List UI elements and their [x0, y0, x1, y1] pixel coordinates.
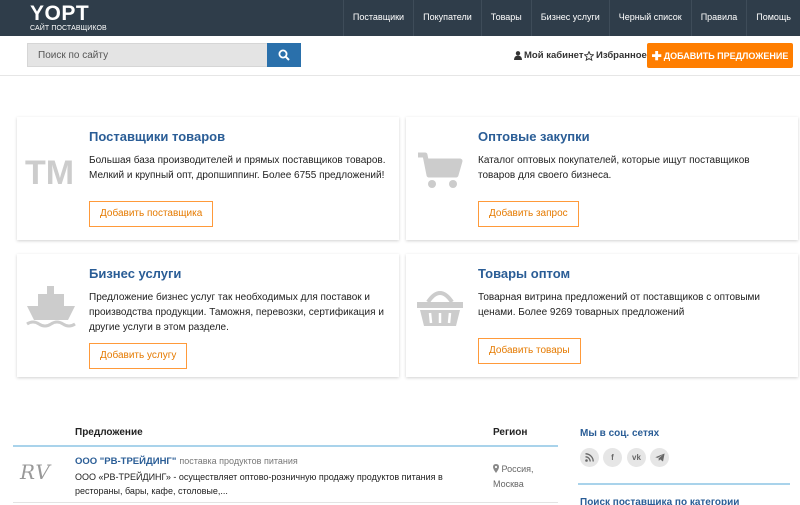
add-goods-button[interactable]: Добавить товары — [478, 338, 581, 364]
sidebar-divider — [578, 483, 790, 485]
add-supplier-button[interactable]: Добавить поставщика — [89, 201, 214, 227]
category-search-title: Поиск поставщика по категории — [580, 497, 740, 505]
card-suppliers: TM Поставщики товаров Большая база произ… — [17, 117, 399, 240]
nav-item-business-services[interactable]: Бизнес услуги — [530, 0, 609, 36]
map-marker-icon — [493, 464, 499, 473]
plus-icon: ✚ — [651, 48, 662, 63]
region-city: Москва — [493, 479, 524, 489]
company-link[interactable]: ООО "РВ-ТРЕЙДИНГ" поставка продуктов пита… — [75, 456, 298, 467]
offer-description: ООО «РВ-ТРЕЙДИНГ» - осуществляет оптово-… — [75, 472, 443, 496]
favorites-link[interactable]: Избранное — [584, 50, 647, 61]
company-category: поставка продуктов питания — [179, 456, 298, 466]
nav-item-buyers[interactable]: Покупатели — [413, 0, 481, 36]
add-offer-label: ДОБАВИТЬ ПРЕДЛОЖЕНИЕ — [663, 50, 789, 61]
card-description: Большая база производителей и прямых пос… — [89, 155, 386, 181]
shopping-cart-icon — [418, 152, 463, 188]
favorites-label: Избранное — [596, 50, 647, 61]
user-icon — [514, 51, 522, 60]
main-nav: Поставщики Покупатели Товары Бизнес услу… — [342, 0, 800, 36]
rss-icon[interactable] — [580, 448, 599, 467]
card-goods-wholesale: Товары оптом Товарная витрина предложени… — [406, 254, 798, 377]
social-title: Мы в соц. сетях — [580, 428, 660, 439]
site-logo[interactable]: YOPT САЙТ ПОСТАВЩИКОВ — [30, 3, 107, 33]
table-header-line — [13, 445, 558, 447]
nav-item-suppliers[interactable]: Поставщики — [342, 0, 413, 36]
add-service-button[interactable]: Добавить услугу — [89, 343, 188, 369]
nav-item-rules[interactable]: Правила — [690, 0, 747, 36]
vk-icon[interactable]: vk — [627, 448, 646, 467]
add-offer-button[interactable]: ✚ ДОБАВИТЬ ПРЕДЛОЖЕНИЕ — [647, 43, 793, 68]
nav-item-goods[interactable]: Товары — [480, 0, 531, 36]
card-description: Предложение бизнес услуг так необходимых… — [89, 292, 384, 333]
add-request-button[interactable]: Добавить запрос — [478, 201, 579, 227]
card-description: Товарная витрина предложений от поставщи… — [478, 292, 760, 318]
column-header-region: Регион — [493, 427, 528, 438]
region-country: Россия, — [501, 464, 534, 474]
header-divider — [0, 75, 800, 76]
search-button[interactable] — [267, 43, 301, 67]
offer-region: Россия, Москва — [493, 462, 553, 492]
card-title[interactable]: Поставщики товаров — [89, 129, 225, 144]
company-logo: RV — [20, 460, 51, 484]
star-icon — [584, 50, 594, 61]
card-title[interactable]: Товары оптом — [478, 266, 570, 281]
ship-icon — [26, 286, 76, 328]
company-name: ООО "РВ-ТРЕЙДИНГ" — [75, 456, 177, 467]
facebook-icon[interactable]: f — [603, 448, 622, 467]
logo-title: YOPT — [30, 2, 90, 25]
basket-icon — [417, 291, 463, 326]
nav-item-help[interactable]: Помощь — [746, 0, 800, 36]
tm-icon: TM — [25, 154, 74, 191]
card-wholesale-purchases: Оптовые закупки Каталог оптовых покупате… — [406, 117, 798, 240]
top-navbar: YOPT САЙТ ПОСТАВЩИКОВ Поставщики Покупат… — [0, 0, 800, 36]
my-cabinet-link[interactable]: Мой кабинет — [514, 50, 584, 61]
nav-item-blacklist[interactable]: Черный список — [608, 0, 691, 36]
search-input[interactable] — [27, 43, 267, 67]
search-icon — [278, 49, 290, 61]
card-title[interactable]: Бизнес услуги — [89, 266, 181, 281]
telegram-icon[interactable] — [650, 448, 669, 467]
row-divider — [13, 502, 558, 503]
card-business-services: Бизнес услуги Предложение бизнес услуг т… — [17, 254, 399, 377]
column-header-offer: Предложение — [75, 427, 143, 438]
card-description: Каталог оптовых покупателей, которые ищу… — [478, 155, 750, 181]
logo-subtitle: САЙТ ПОСТАВЩИКОВ — [30, 25, 107, 32]
my-cabinet-label: Мой кабинет — [524, 50, 584, 61]
svg-text:TM: TM — [25, 154, 74, 191]
card-title[interactable]: Оптовые закупки — [478, 129, 590, 144]
